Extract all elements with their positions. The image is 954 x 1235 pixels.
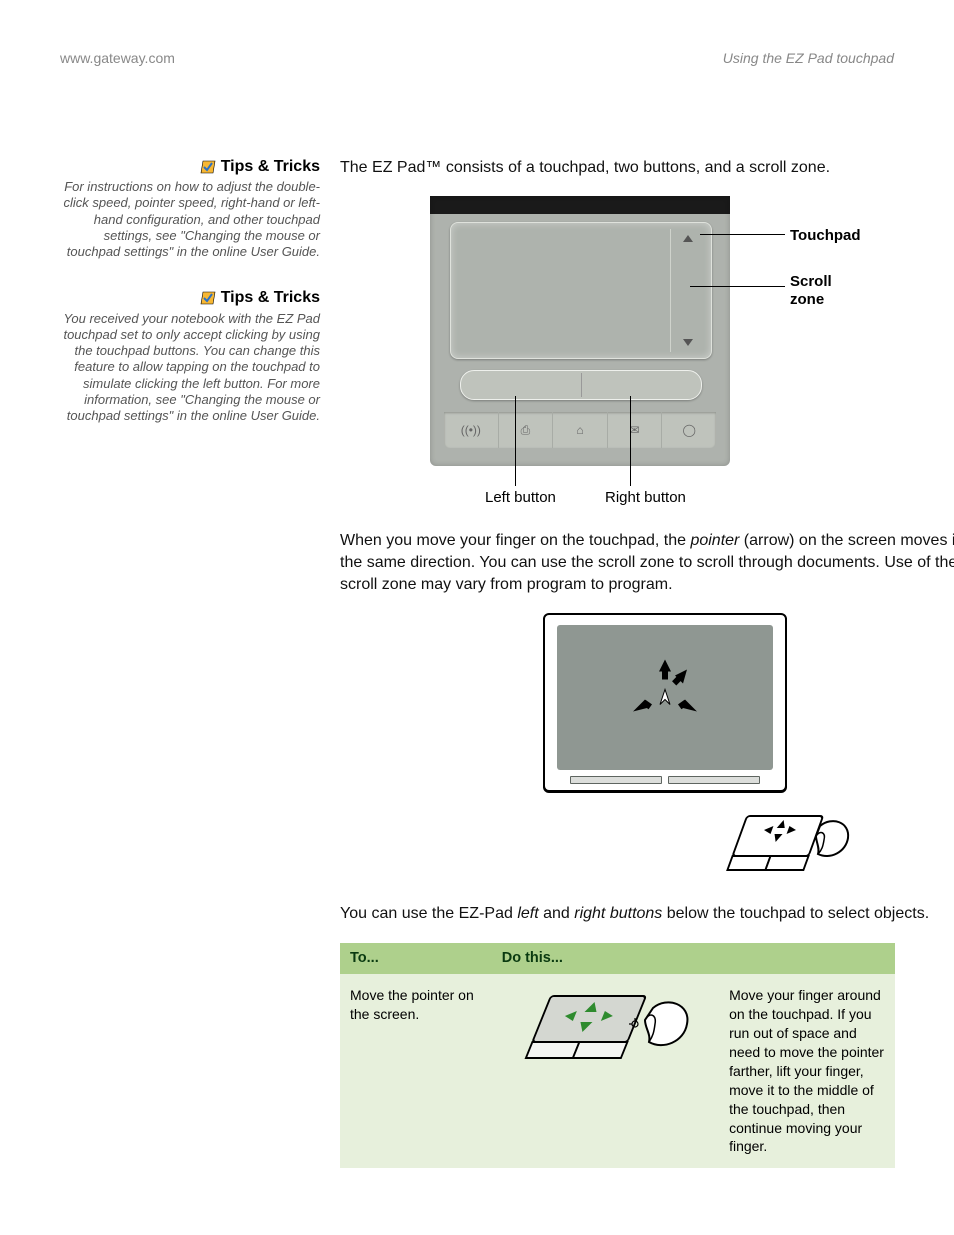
buttons-paragraph: You can use the EZ-Pad left and right bu… [340, 903, 954, 925]
finger-on-touchpad-icon [720, 808, 850, 888]
leader-line [700, 234, 785, 235]
hotkey-icon: ⎙ [499, 412, 554, 448]
tip-title: Tips & Tricks [60, 157, 320, 177]
cell-description: Move your finger around on the touchpad.… [719, 974, 895, 1168]
cell-to: Move the pointer on the screen. [340, 974, 492, 1168]
move-finger-icon [515, 986, 695, 1076]
keyboard-strip [561, 776, 769, 786]
em: right buttons [574, 905, 662, 922]
actions-table: To... Do this... Move the pointer on the… [340, 943, 895, 1169]
main-content: The EZ Pad™ consists of a touchpad, two … [340, 157, 954, 1169]
hotkey-icon: ✉ [608, 412, 663, 448]
tip-body: For instructions on how to adjust the do… [60, 179, 320, 260]
tip-title: Tips & Tricks [60, 288, 320, 308]
em: left [517, 905, 538, 922]
tip-title-text: Tips & Tricks [221, 157, 320, 177]
text: You can use the EZ-Pad [340, 905, 517, 922]
label-touchpad: Touchpad [790, 226, 861, 246]
tip-body: You received your notebook with the EZ P… [60, 311, 320, 425]
content-columns: Tips & Tricks For instructions on how to… [60, 157, 894, 1169]
leader-line [630, 396, 631, 486]
header-url: www.gateway.com [60, 50, 175, 67]
page-header: www.gateway.com Using the EZ Pad touchpa… [60, 50, 894, 67]
tip-block-2: Tips & Tricks You received your notebook… [60, 288, 320, 424]
hotkey-icon: ((•)) [444, 412, 499, 448]
label-right-button: Right button [605, 488, 686, 508]
sidebar: Tips & Tricks For instructions on how to… [60, 157, 320, 453]
text: and [539, 905, 575, 922]
screen-diagram [520, 613, 810, 843]
touchpad-housing: ((•)) ⎙ ⌂ ✉ ◯ [430, 196, 730, 466]
text: When you move your finger on the touchpa… [340, 532, 690, 549]
th-to: To... [340, 943, 492, 975]
em: pointer [690, 532, 739, 549]
pointer-paragraph: When you move your finger on the touchpa… [340, 530, 954, 595]
leader-line [515, 396, 516, 486]
touchpad-diagram: ((•)) ⎙ ⌂ ✉ ◯ Touchpad Scroll zone Left … [430, 196, 954, 516]
pointer-arrows-icon [625, 659, 705, 729]
hotkey-icon: ◯ [662, 412, 716, 448]
touchpad-buttons [460, 370, 702, 400]
tip-title-text: Tips & Tricks [221, 288, 320, 308]
hotkey-icon: ⌂ [553, 412, 608, 448]
header-section-title: Using the EZ Pad touchpad [723, 50, 894, 67]
laptop-screen [543, 613, 787, 792]
leader-line [690, 286, 785, 287]
touchpad-surface [450, 222, 712, 359]
hotkey-row: ((•)) ⎙ ⌂ ✉ ◯ [444, 412, 716, 448]
label-scroll-zone-2: zone [790, 290, 824, 310]
page: www.gateway.com Using the EZ Pad touchpa… [0, 0, 954, 1235]
th-do: Do this... [492, 943, 895, 975]
cell-illustration [492, 974, 719, 1168]
text: below the touchpad to select objects. [662, 905, 929, 922]
tips-icon [199, 159, 217, 175]
table-row: Move the pointer on the screen. [340, 974, 895, 1168]
intro-paragraph: The EZ Pad™ consists of a touchpad, two … [340, 157, 954, 179]
scroll-zone-indicator [670, 229, 705, 352]
tips-icon [199, 290, 217, 306]
screen-surface [557, 625, 773, 770]
tip-block-1: Tips & Tricks For instructions on how to… [60, 157, 320, 261]
label-left-button: Left button [485, 488, 556, 508]
